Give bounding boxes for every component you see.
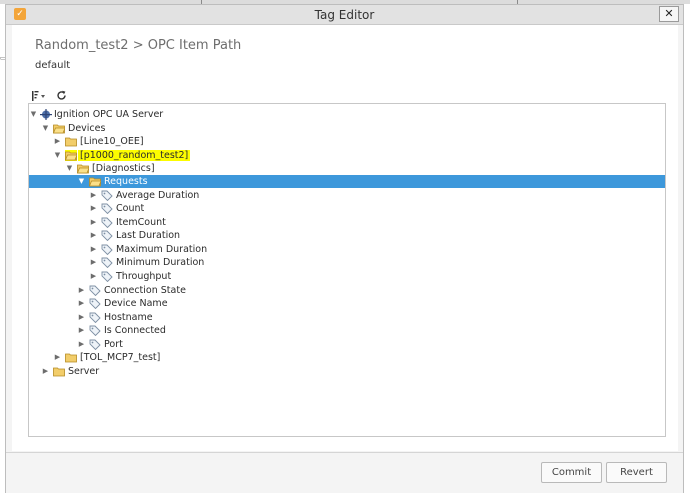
tree-node-device-name[interactable]: ▶ Device Name	[29, 297, 665, 310]
tag-icon	[101, 217, 113, 228]
tree-node-last-duration[interactable]: ▶ Last Duration	[29, 229, 665, 242]
tree-node-average-duration[interactable]: ▶ Average Duration	[29, 189, 665, 202]
close-button[interactable]: ✕	[659, 6, 679, 22]
tree-node-label: Port	[104, 339, 123, 350]
tree-node-connection-state[interactable]: ▶ Connection State	[29, 284, 665, 297]
collapsed-arrow-icon[interactable]: ▶	[90, 243, 97, 256]
refresh-icon[interactable]	[56, 90, 67, 101]
tree-node-server[interactable]: ▶ Server	[29, 365, 665, 378]
tag-icon	[101, 230, 113, 241]
expanded-arrow-icon[interactable]: ▼	[78, 175, 85, 188]
tag-editor-window: ✓ Tag Editor ✕ Random_test2 > OPC Item P…	[5, 4, 684, 493]
tree-node-label: [TOL_MCP7_test]	[80, 352, 161, 363]
collapsed-arrow-icon[interactable]: ▶	[90, 256, 97, 269]
collapsed-arrow-icon[interactable]: ▶	[78, 297, 85, 310]
tree-node-label: Count	[116, 203, 145, 214]
tag-icon	[101, 203, 113, 214]
title-bar[interactable]: ✓ Tag Editor ✕	[6, 5, 683, 25]
sort-icon[interactable]	[32, 91, 46, 101]
collapsed-arrow-icon[interactable]: ▶	[54, 135, 61, 148]
dialog-content: Random_test2 > OPC Item Path default ▼ I…	[12, 25, 678, 451]
tag-icon	[89, 312, 101, 323]
expanded-arrow-icon[interactable]: ▼	[66, 162, 73, 175]
commit-button[interactable]: Commit	[541, 462, 602, 483]
open-folder-icon	[65, 150, 77, 161]
collapsed-arrow-icon[interactable]: ▶	[90, 202, 97, 215]
expanded-arrow-icon[interactable]: ▼	[42, 122, 49, 135]
tree-node-label: Devices	[68, 123, 106, 134]
tree-node-label: Maximum Duration	[116, 244, 208, 255]
tree-node-label: Last Duration	[116, 230, 181, 241]
tree-node-label: Server	[68, 366, 100, 377]
tree-node-label: Device Name	[104, 298, 168, 309]
tree-node-label: Requests	[104, 176, 148, 187]
tag-provider-label: default	[35, 60, 71, 71]
tree-node-label: Is Connected	[104, 325, 166, 336]
tree-node-label: Ignition OPC UA Server	[54, 109, 164, 120]
tag-icon	[101, 257, 113, 268]
tree-node-label: Throughput	[116, 271, 172, 282]
tree-node-label: [Diagnostics]	[92, 163, 155, 174]
collapsed-arrow-icon[interactable]: ▶	[78, 284, 85, 297]
window-title: Tag Editor	[314, 8, 375, 22]
opc-server-icon	[40, 109, 52, 120]
tag-icon	[101, 271, 113, 282]
collapsed-arrow-icon[interactable]: ▶	[90, 229, 97, 242]
folder-icon	[65, 353, 77, 363]
tree-node-line10-oee[interactable]: ▶ [Line10_OEE]	[29, 135, 665, 148]
tree-node-port[interactable]: ▶ Port	[29, 338, 665, 351]
collapsed-arrow-icon[interactable]: ▶	[42, 365, 49, 378]
tree-node-requests[interactable]: ▼ Requests	[29, 175, 665, 188]
collapsed-arrow-icon[interactable]: ▶	[54, 351, 61, 364]
tree-node-label: Average Duration	[116, 190, 200, 201]
expanded-arrow-icon[interactable]: ▼	[54, 149, 61, 162]
tree-node-diagnostics[interactable]: ▼ [Diagnostics]	[29, 162, 665, 175]
tag-icon	[101, 244, 113, 255]
breadcrumb: Random_test2 > OPC Item Path	[35, 38, 242, 53]
tree-node-hostname[interactable]: ▶ Hostname	[29, 311, 665, 324]
collapsed-arrow-icon[interactable]: ▶	[78, 324, 85, 337]
tree-node-tol-mcp7-test[interactable]: ▶ [TOL_MCP7_test]	[29, 351, 665, 364]
tree-node-label-wrapper: [p1000_random_test2]	[78, 149, 191, 162]
tree-node-label: Connection State	[104, 285, 186, 296]
dialog-footer: Commit Revert	[6, 452, 683, 493]
revert-button[interactable]: Revert	[606, 462, 667, 483]
tree-node-item-count[interactable]: ▶ ItemCount	[29, 216, 665, 229]
tree-node-label: ItemCount	[116, 217, 166, 228]
opc-browse-tree[interactable]: ▼ Ignition OPC UA Server ▼ Devices ▶ [Li…	[28, 103, 666, 437]
tree-node-p1000-random-test2[interactable]: ▼ [p1000_random_test2]	[29, 149, 665, 162]
tag-icon	[101, 190, 113, 201]
tree-node-opc-server[interactable]: ▼ Ignition OPC UA Server	[29, 108, 665, 121]
tag-icon	[89, 339, 101, 350]
collapsed-arrow-icon[interactable]: ▶	[78, 338, 85, 351]
folder-icon	[53, 367, 65, 377]
collapsed-arrow-icon[interactable]: ▶	[90, 270, 97, 283]
tag-icon	[89, 325, 101, 336]
tree-node-count[interactable]: ▶ Count	[29, 202, 665, 215]
tree-node-maximum-duration[interactable]: ▶ Maximum Duration	[29, 243, 665, 256]
tree-node-throughput[interactable]: ▶ Throughput	[29, 270, 665, 283]
tree-node-minimum-duration[interactable]: ▶ Minimum Duration	[29, 256, 665, 269]
tag-icon	[89, 298, 101, 309]
collapsed-arrow-icon[interactable]: ▶	[90, 216, 97, 229]
tree-node-label: Minimum Duration	[116, 257, 205, 268]
open-folder-icon	[53, 124, 65, 134]
open-folder-icon	[77, 164, 89, 174]
tag-icon	[89, 285, 101, 296]
tree-node-devices[interactable]: ▼ Devices	[29, 122, 665, 135]
tree-node-label: [p1000_random_test2]	[78, 150, 191, 161]
collapsed-arrow-icon[interactable]: ▶	[78, 311, 85, 324]
expanded-arrow-icon[interactable]: ▼	[30, 108, 37, 121]
collapsed-arrow-icon[interactable]: ▶	[90, 189, 97, 202]
folder-icon	[65, 137, 77, 147]
tree-node-label: [Line10_OEE]	[80, 136, 144, 147]
tree-node-label: Hostname	[104, 312, 153, 323]
tree-node-is-connected[interactable]: ▶ Is Connected	[29, 324, 665, 337]
open-folder-icon	[89, 177, 101, 187]
